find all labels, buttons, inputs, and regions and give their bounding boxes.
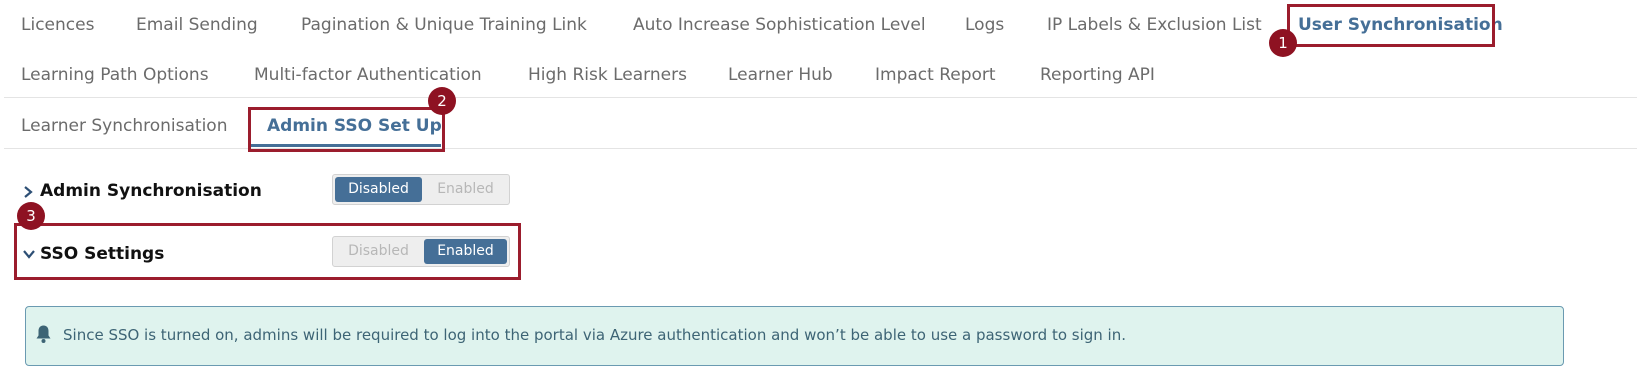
tabs-divider bbox=[4, 97, 1637, 98]
admin-sync-disabled-option[interactable]: Disabled bbox=[335, 177, 422, 202]
tab-auto-increase-sophistication[interactable]: Auto Increase Sophistication Level bbox=[633, 15, 926, 35]
tab-licences[interactable]: Licences bbox=[21, 15, 94, 35]
annotation-badge-2: 2 bbox=[428, 87, 456, 115]
tab-reporting-api[interactable]: Reporting API bbox=[1040, 65, 1155, 85]
tab-learning-path-options[interactable]: Learning Path Options bbox=[21, 65, 209, 85]
admin-synchronisation-title[interactable]: Admin Synchronisation bbox=[40, 181, 262, 201]
admin-synchronisation-toggle[interactable]: Disabled Enabled bbox=[332, 174, 510, 205]
tab-ip-labels-exclusion-list[interactable]: IP Labels & Exclusion List bbox=[1047, 15, 1262, 35]
sso-info-alert: Since SSO is turned on, admins will be r… bbox=[25, 306, 1564, 366]
bell-icon bbox=[36, 325, 51, 343]
subtab-learner-synchronisation[interactable]: Learner Synchronisation bbox=[21, 116, 227, 136]
tab-logs[interactable]: Logs bbox=[965, 15, 1004, 35]
chevron-right-icon[interactable] bbox=[22, 185, 34, 199]
callout-box-sso-settings bbox=[14, 223, 521, 280]
sso-info-alert-text: Since SSO is turned on, admins will be r… bbox=[63, 326, 1127, 344]
tab-email-sending[interactable]: Email Sending bbox=[136, 15, 258, 35]
callout-box-admin-sso-set-up bbox=[248, 107, 445, 152]
admin-sync-enabled-option[interactable]: Enabled bbox=[424, 177, 507, 202]
callout-box-user-synchronisation bbox=[1287, 4, 1495, 47]
tab-learner-hub[interactable]: Learner Hub bbox=[728, 65, 833, 85]
tab-pagination-unique-training-link[interactable]: Pagination & Unique Training Link bbox=[301, 15, 587, 35]
annotation-badge-3: 3 bbox=[17, 202, 45, 230]
tab-high-risk-learners[interactable]: High Risk Learners bbox=[528, 65, 687, 85]
tab-multi-factor-authentication[interactable]: Multi-factor Authentication bbox=[254, 65, 482, 85]
tab-impact-report[interactable]: Impact Report bbox=[875, 65, 996, 85]
annotation-badge-1: 1 bbox=[1269, 29, 1297, 57]
